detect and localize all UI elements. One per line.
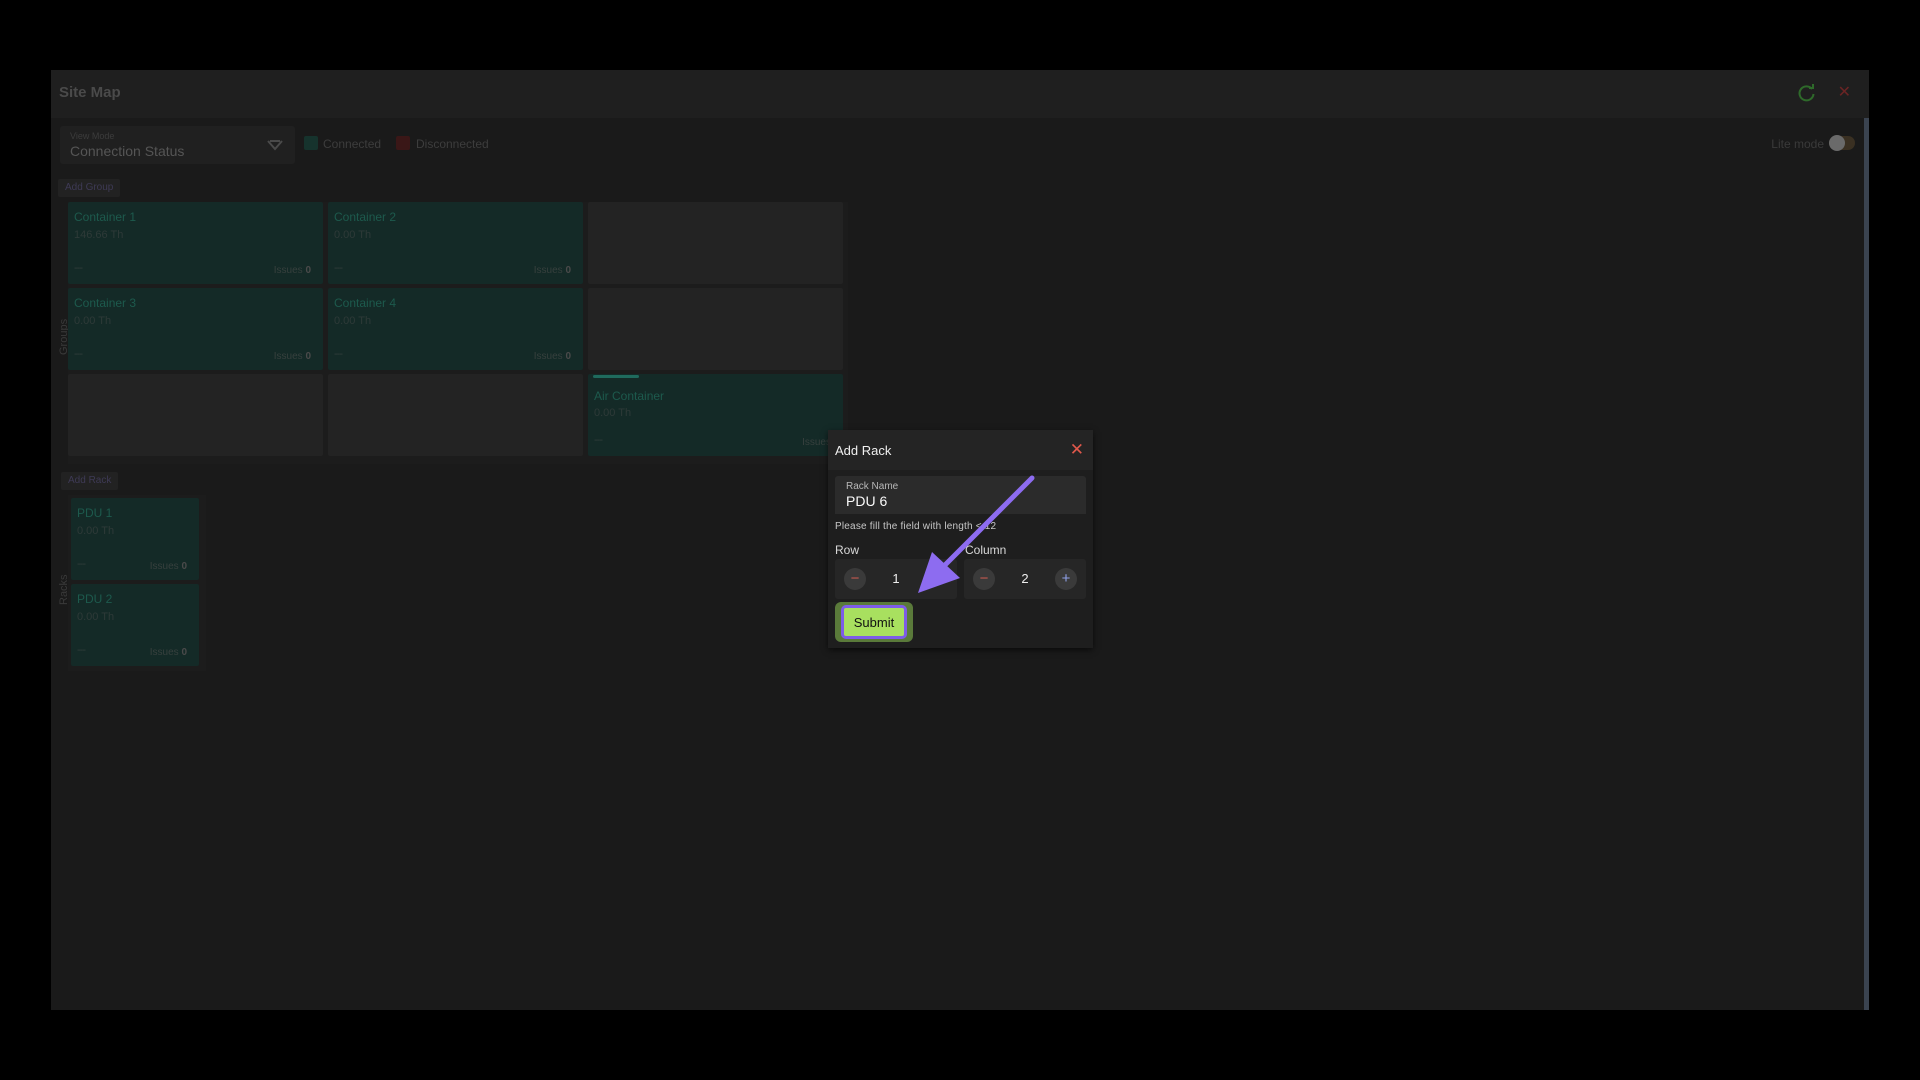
tile-issues: Issues 0 [534,351,571,362]
selection-indicator [593,375,639,378]
tile-issues: Issues 0 [274,351,311,362]
lite-mode-toggle[interactable] [1829,135,1855,151]
racks-grid: PDU 1 0.00 Th --- Issues 0 PDU 2 0.00 Th… [68,495,206,671]
window-edge [1864,70,1869,1010]
groups-grid: Container 1 146.66 Th --- Issues 0 Conta… [68,202,848,464]
legend-disconnected: Disconnected [416,137,489,151]
issues-label: Issues [149,561,179,572]
refresh-icon[interactable] [1797,83,1817,103]
view-mode-select[interactable]: View Mode Connection Status [60,126,295,164]
issues-count: 0 [181,561,187,572]
group-tile[interactable]: Container 4 0.00 Th --- Issues 0 [328,288,583,370]
column-stepper: − 2 + [964,559,1086,599]
disconnected-swatch [396,136,410,150]
toggle-knob [1829,135,1845,151]
rack-name-field[interactable]: Rack Name [835,476,1086,514]
tile-dash: --- [77,644,86,656]
tile-name: Container 1 [74,210,137,224]
tile-dash: --- [74,262,83,274]
add-rack-button[interactable]: Add Rack [61,472,119,490]
title-bar: Site Map ✕ [51,70,1869,118]
dialog-title: Add Rack [835,443,892,458]
tile-value: 0.00 Th [334,315,372,327]
empty-slot[interactable] [588,288,843,370]
issues-count: 0 [305,351,311,362]
tile-dash: --- [594,434,603,446]
legend-connected: Connected [323,137,382,151]
tile-value: 0.00 Th [77,611,115,623]
issues-label: Issues [273,265,303,276]
tile-name: Container 2 [334,210,397,224]
issues-label: Issues [802,437,831,448]
issues-label: Issues [533,351,563,362]
lite-mode-label: Lite mode [1771,137,1824,151]
column-label: Column [965,543,1007,557]
issues-label: Issues [533,265,563,276]
tile-dash: --- [334,262,343,274]
tile-value: 0.00 Th [334,229,372,241]
empty-slot[interactable] [588,202,843,284]
rack-name-helper: Please fill the field with length < 12 [835,521,997,532]
close-icon[interactable]: ✕ [1838,82,1851,102]
add-group-button[interactable]: Add Group [58,179,121,197]
issues-count: 0 [181,647,187,658]
empty-slot[interactable] [328,374,583,456]
tile-issues: Issues 0 [150,561,187,572]
close-icon[interactable]: ✕ [1070,440,1084,460]
submit-button[interactable]: Submit [841,605,907,639]
row-value[interactable]: 1 [835,571,957,586]
tile-name: PDU 1 [77,506,113,520]
tile-value: 146.66 Th [74,229,124,241]
group-tile[interactable]: Air Container 0.00 Th --- Issues [588,374,843,456]
group-tile[interactable]: Container 2 0.00 Th --- Issues 0 [328,202,583,284]
tile-issues: Issues [802,437,831,448]
tile-value: 0.00 Th [77,525,115,537]
tile-name: Container 3 [74,296,137,310]
rack-name-input[interactable] [846,493,1076,509]
tile-value: 0.00 Th [594,407,632,419]
tile-dash: --- [77,558,86,570]
tile-name: Air Container [594,389,665,403]
rack-name-label: Rack Name [846,481,899,492]
column-increment-button[interactable]: + [1055,568,1077,590]
row-label: Row [835,543,860,557]
issues-label: Issues [273,351,303,362]
tile-issues: Issues 0 [274,265,311,276]
tile-name: PDU 2 [77,592,113,606]
tile-dash: --- [74,348,83,360]
issues-label: Issues [149,647,179,658]
chevron-down-icon [267,140,283,151]
tile-dash: --- [334,348,343,360]
view-mode-value: Connection Status [70,143,185,159]
group-tile[interactable]: Container 1 146.66 Th --- Issues 0 [68,202,323,284]
tile-value: 0.00 Th [74,315,112,327]
empty-slot[interactable] [68,374,323,456]
tile-issues: Issues 0 [150,647,187,658]
issues-count: 0 [305,265,311,276]
tile-name: Container 4 [334,296,397,310]
group-tile[interactable]: Container 3 0.00 Th --- Issues 0 [68,288,323,370]
issues-count: 0 [565,351,571,362]
view-mode-label: View Mode [70,131,115,141]
add-rack-dialog: Add Rack ✕ Rack Name Please fill the fie… [828,430,1093,648]
issues-count: 0 [565,265,571,276]
rack-tile[interactable]: PDU 2 0.00 Th --- Issues 0 [71,584,199,666]
connected-swatch [304,136,318,150]
row-stepper: − 1 [835,559,957,599]
rack-tile[interactable]: PDU 1 0.00 Th --- Issues 0 [71,498,199,580]
dialog-header: Add Rack ✕ [828,430,1093,470]
window-title: Site Map [59,84,121,101]
tile-issues: Issues 0 [534,265,571,276]
